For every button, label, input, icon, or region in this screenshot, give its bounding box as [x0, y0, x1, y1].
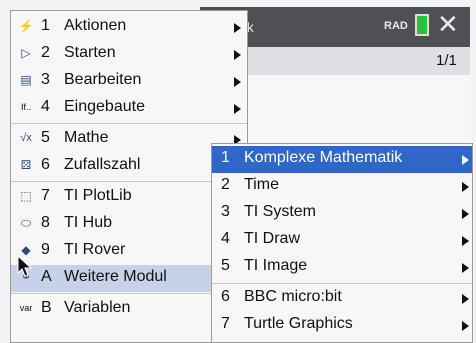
submenu-item-key: 7	[221, 315, 230, 332]
submenu-item-key: 5	[221, 257, 230, 274]
menu-item-key: A	[41, 268, 52, 285]
menu-item-key: 2	[41, 44, 50, 61]
chevron-right-icon	[462, 263, 469, 273]
chevron-right-icon	[462, 321, 469, 331]
submenu-item-label: Turtle Graphics	[244, 315, 353, 332]
menu-item-key: B	[41, 299, 52, 316]
submenu-item-label: TI Draw	[244, 230, 300, 247]
angle-mode-indicator[interactable]: RAD	[384, 20, 408, 32]
variables-icon: var	[19, 303, 33, 313]
submenu-divider	[212, 283, 472, 284]
menu-item-starten[interactable]: ▷ 2 Starten	[11, 41, 247, 68]
page-counter: 1/1	[436, 52, 457, 69]
menu-item-key: 1	[41, 17, 50, 34]
menu-item-aktionen[interactable]: ⚡ 1 Aktionen	[11, 14, 247, 41]
edit-icon: ▤	[20, 73, 32, 87]
lightning-icon: ⚡	[18, 19, 34, 33]
battery-icon	[415, 14, 429, 36]
submenu-item-key: 3	[221, 203, 230, 220]
submenu-item-ti-image[interactable]: 5 TI Image	[212, 254, 472, 281]
menu-item-label: TI Rover	[64, 241, 126, 258]
submenu-item-key: 4	[221, 230, 230, 247]
menu-item-key: 6	[41, 156, 50, 173]
submenu-item-time[interactable]: 2 Time	[212, 173, 472, 200]
menu-item-label: Bearbeiten	[64, 71, 142, 88]
submenu-item-ti-system[interactable]: 3 TI System	[212, 200, 472, 227]
submenu-item-label: Time	[244, 176, 279, 193]
menu-item-eingebaute[interactable]: If.. 4 Eingebaute	[11, 95, 247, 122]
submenu-item-label: TI Image	[244, 257, 308, 274]
menu-item-key: 9	[41, 241, 50, 258]
menu-item-label: Eingebaute	[64, 98, 145, 115]
menu-item-bearbeiten[interactable]: ▤ 3 Bearbeiten	[11, 68, 247, 95]
chevron-right-icon	[462, 182, 469, 192]
chevron-right-icon	[234, 77, 241, 87]
hub-icon: ⬭	[20, 216, 32, 230]
builtin-icon: If..	[20, 102, 31, 112]
submenu-item-key: 1	[221, 149, 230, 166]
random-cube-icon: ⚄	[20, 158, 32, 172]
play-icon: ▷	[21, 46, 31, 60]
chevron-right-icon	[234, 50, 241, 60]
mouse-pointer-icon	[17, 255, 33, 277]
submenu-item-komplexe-mathematik[interactable]: 1 Komplexe Mathematik	[212, 146, 472, 173]
menu-item-label: TI Hub	[64, 214, 113, 231]
submenu-item-ti-draw[interactable]: 4 TI Draw	[212, 227, 472, 254]
menu-item-key: 5	[41, 129, 50, 146]
menu-item-label: Zufallszahl	[64, 156, 141, 173]
app-window: ok RAD ✕ 1/1 ⚡ 1 Aktionen ▷ 2 Starten ▤ …	[0, 0, 476, 343]
submenu-item-key: 2	[221, 176, 230, 193]
menu-item-key: 4	[41, 98, 50, 115]
submenu-item-turtle-graphics[interactable]: 7 Turtle Graphics	[212, 312, 472, 339]
submenu-item-bbc-microbit[interactable]: 6 BBC micro:bit	[212, 285, 472, 312]
menu-item-key: 7	[41, 187, 50, 204]
submenu-item-label: BBC micro:bit	[244, 288, 342, 305]
menu-item-label: Starten	[64, 44, 116, 61]
menu-item-label: Weitere Modul	[64, 268, 167, 285]
menu-item-label: Aktionen	[64, 17, 127, 34]
chevron-right-icon	[234, 23, 241, 33]
chevron-right-icon	[462, 294, 469, 304]
close-icon[interactable]: ✕	[437, 9, 459, 40]
chevron-right-icon	[462, 236, 469, 246]
submenu-item-label: TI System	[244, 203, 317, 220]
submenu-weitere-module: 1 Komplexe Mathematik 2 Time 3 TI System…	[211, 143, 473, 343]
submenu-item-key: 6	[221, 288, 230, 305]
submenu-item-label: Komplexe Mathematik	[244, 149, 403, 166]
chevron-right-icon	[462, 155, 469, 165]
menu-divider	[11, 123, 247, 124]
chevron-right-icon	[234, 104, 241, 114]
menu-item-key: 3	[41, 71, 50, 88]
math-icon: √x	[20, 132, 32, 144]
plot-icon: ⬚	[20, 189, 32, 203]
menu-item-label: Variablen	[64, 299, 131, 316]
menu-item-label: Mathe	[64, 129, 109, 146]
chevron-right-icon	[462, 209, 469, 219]
menu-item-label: TI PlotLib	[64, 187, 132, 204]
menu-item-key: 8	[41, 214, 50, 231]
